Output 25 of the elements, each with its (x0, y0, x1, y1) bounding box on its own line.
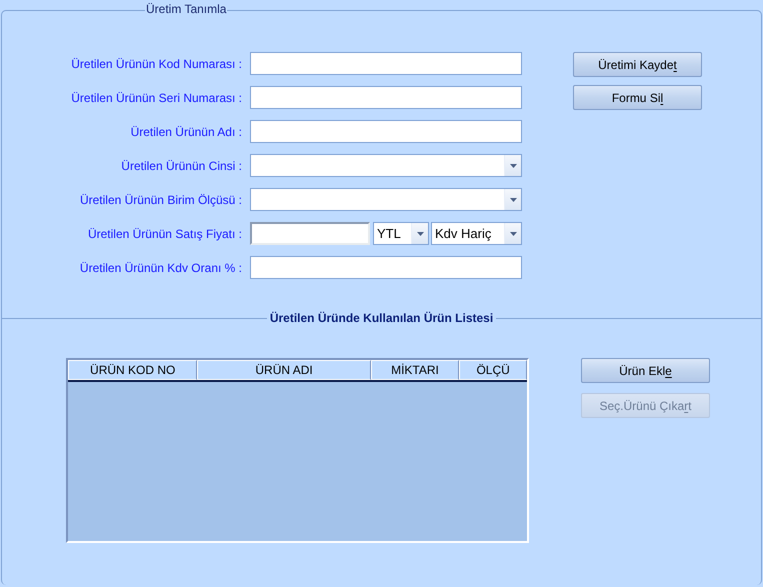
button[interactable]: Ürün Ekle (581, 358, 710, 383)
section-title: Üretilen Üründe Kullanılan Ürün Listesi (268, 311, 494, 325)
input-field[interactable] (250, 52, 522, 75)
field-label: Üretilen Ürünün Birim Ölçüsü : (78, 192, 243, 206)
column-header[interactable]: MİKTARI (370, 360, 460, 380)
column-header[interactable]: ÜRÜN ADI (197, 360, 371, 380)
field-label: Üretilen Ürünün Adı : (130, 124, 243, 138)
dropdown-field[interactable] (250, 188, 522, 211)
input-field[interactable] (250, 120, 522, 143)
button[interactable]: Formu Sil (573, 85, 702, 110)
field-label: Üretilen Ürünün Cinsi : (120, 158, 243, 172)
group-title: Üretim Tanımla (145, 2, 228, 16)
currency-dropdown[interactable]: YTL (373, 222, 429, 245)
tax-dropdown[interactable]: Kdv Hariç (431, 222, 522, 245)
input-field[interactable] (250, 256, 522, 279)
field-label: Üretilen Ürünün Seri Numarası : (70, 90, 243, 104)
field-label: Üretilen Ürünün Satış Fiyatı : (86, 226, 243, 240)
field-label: Üretilen Ürünün Kod Numarası : (70, 56, 243, 70)
price-field[interactable] (250, 222, 370, 245)
field-label: Üretilen Ürünün Kdv Oranı % : (78, 260, 243, 274)
dropdown-field[interactable] (250, 154, 522, 177)
column-header[interactable]: ÖLÇÜ (459, 360, 527, 380)
button[interactable]: Üretimi Kaydet (573, 52, 702, 77)
input-field[interactable] (250, 86, 522, 109)
column-header[interactable]: ÜRÜN KOD NO (68, 360, 198, 380)
